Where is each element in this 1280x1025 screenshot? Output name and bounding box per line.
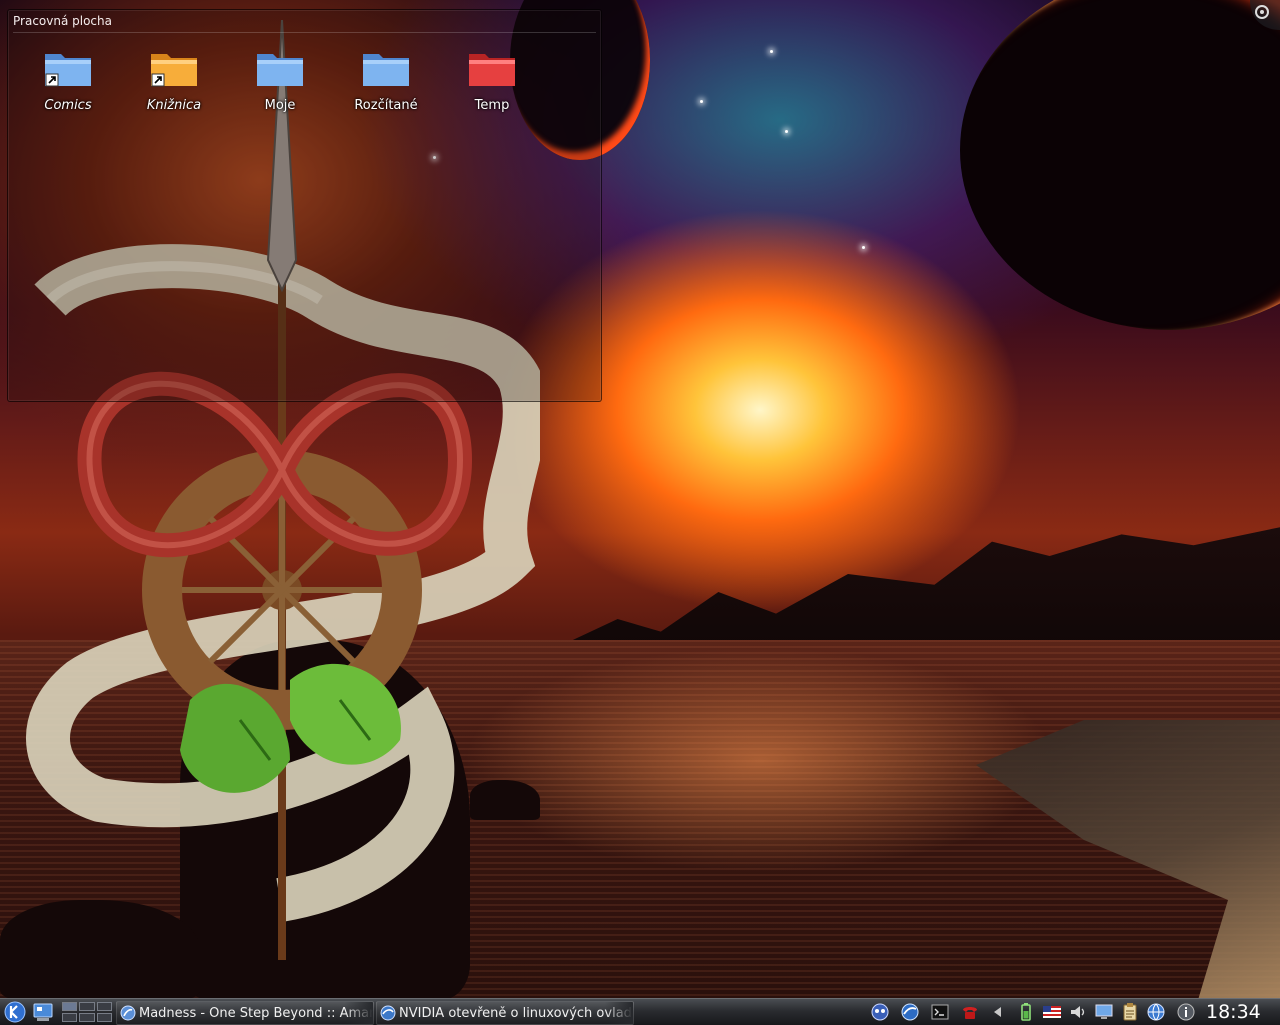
kde-kickoff-icon [4, 1001, 26, 1023]
task-konqueror-nvidia[interactable]: NVIDIA otevřeně o linuxových ovladačí [376, 1001, 634, 1025]
konqueror-globe-icon[interactable] [900, 1002, 920, 1022]
kopete-icon[interactable] [870, 1002, 890, 1022]
info-icon[interactable] [1176, 1002, 1196, 1022]
folder-view-widget[interactable]: Pracovná plocha Comics Knižnica Moje Roz… [7, 9, 602, 402]
amarok-icon [120, 1005, 136, 1021]
pager-desktop-1[interactable] [62, 1002, 78, 1011]
task-fade [345, 1002, 373, 1024]
folder-item-temp[interactable]: Temp [442, 46, 542, 113]
taskbar-panel: Madness - One Step Beyond :: Amar NVIDIA… [0, 998, 1280, 1025]
folder-blue-icon [257, 54, 303, 86]
pager-desktop-3[interactable] [96, 1002, 112, 1011]
klipper-icon[interactable] [1120, 1002, 1140, 1022]
folder-view-title: Pracovná plocha [13, 14, 112, 28]
folder-blue-link-icon [45, 54, 91, 87]
desktop-toolbox[interactable] [1248, 0, 1280, 30]
task-label: Madness - One Step Beyond :: Amar [139, 1005, 373, 1021]
folder-item-label: Rozčítané [354, 98, 418, 113]
battery-icon[interactable] [1016, 1002, 1036, 1022]
us-flag-keyboard-icon[interactable] [1042, 1002, 1062, 1022]
pager-desktop-6[interactable] [96, 1013, 112, 1022]
wallpaper-star [785, 130, 788, 133]
wallpaper-star [862, 246, 865, 249]
pager-desktop-2[interactable] [79, 1002, 95, 1011]
task-label: NVIDIA otevřeně o linuxových ovladačí [399, 1005, 633, 1021]
task-amarok[interactable]: Madness - One Step Beyond :: Amar [116, 1001, 374, 1025]
konqueror-icon [380, 1005, 396, 1021]
folder-item-label: Comics [44, 98, 92, 113]
arrow-left-icon[interactable] [988, 1002, 1008, 1022]
folder-item-moje[interactable]: Moje [230, 46, 330, 113]
pager-desktop-5[interactable] [79, 1013, 95, 1022]
folder-item-label: Knižnica [146, 98, 202, 113]
folder-blue-icon [363, 54, 409, 86]
folder-red-icon [469, 54, 515, 86]
folder-item-label: Moje [264, 98, 296, 113]
phone-icon[interactable] [960, 1002, 980, 1022]
network-globe-icon[interactable] [1146, 1002, 1166, 1022]
wallpaper-star [770, 50, 773, 53]
folder-item-kniznica[interactable]: Knižnica [124, 46, 224, 113]
wallpaper-star [700, 100, 703, 103]
folder-view-separator [13, 32, 596, 33]
task-fade [605, 1002, 633, 1024]
show-desktop-button[interactable] [32, 999, 54, 1025]
kickoff-launcher-button[interactable] [4, 999, 26, 1025]
volume-icon[interactable] [1068, 1002, 1088, 1022]
pager-desktop-4[interactable] [62, 1013, 78, 1022]
show-desktop-icon [33, 1003, 53, 1021]
virtual-desktop-pager[interactable] [62, 1002, 112, 1022]
terminal-icon[interactable] [930, 1002, 950, 1022]
cashew-toolbox-icon [1250, 0, 1280, 30]
display-icon[interactable] [1094, 1002, 1114, 1022]
digital-clock[interactable]: 18:34 [1206, 999, 1261, 1025]
folder-item-label: Temp [474, 98, 510, 113]
folder-item-rozcitane[interactable]: Rozčítané [336, 46, 436, 113]
folder-orange-link-icon [151, 54, 197, 87]
folder-item-comics[interactable]: Comics [18, 46, 118, 113]
